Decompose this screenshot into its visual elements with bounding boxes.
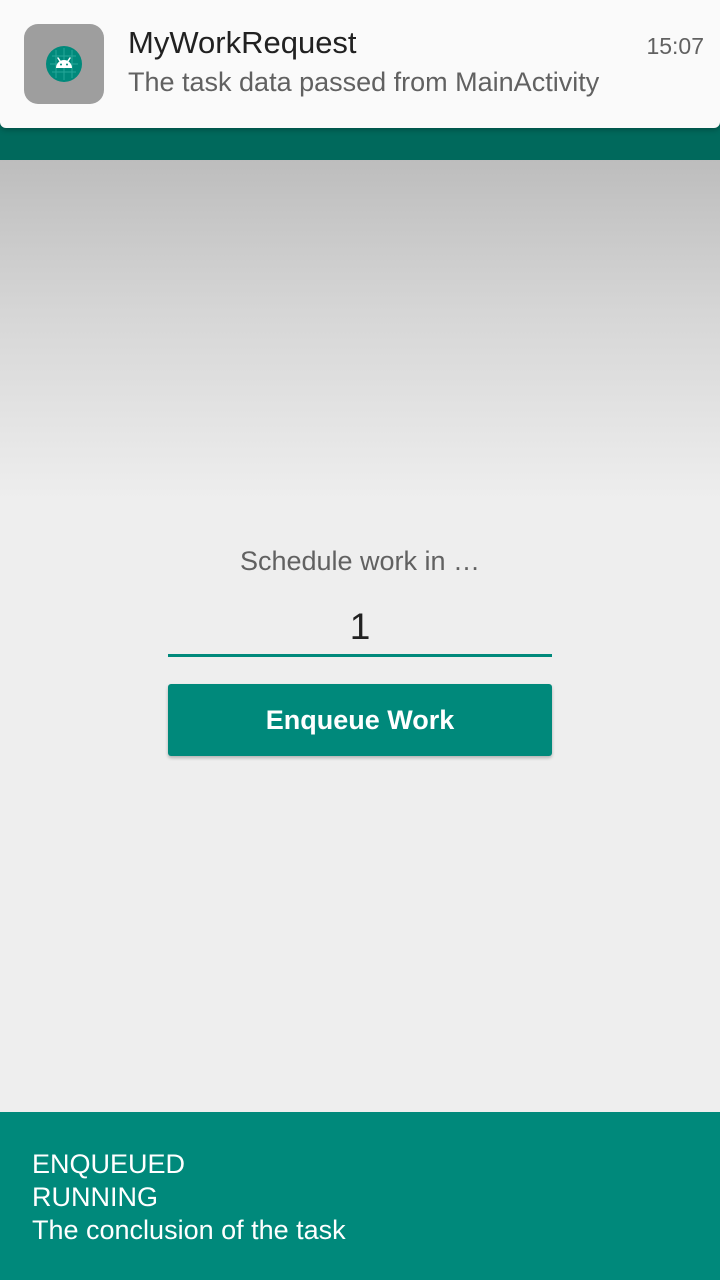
status-line-enqueued: ENQUEUED (32, 1149, 186, 1179)
enqueue-work-button[interactable]: Enqueue Work (168, 684, 552, 756)
notification-time: 15:07 (646, 33, 704, 59)
notification-shade-scrim (0, 160, 720, 500)
delay-input[interactable] (168, 600, 552, 657)
notification-text: The task data passed from MainActivity (128, 67, 600, 97)
status-log: ENQUEUED RUNNING The conclusion of the t… (32, 1148, 346, 1247)
notification-title: MyWorkRequest (128, 25, 357, 60)
status-line-conclusion: The conclusion of the task (32, 1215, 346, 1245)
android-icon (24, 24, 104, 104)
status-panel: ENQUEUED RUNNING The conclusion of the t… (0, 1112, 720, 1280)
status-line-running: RUNNING (32, 1182, 158, 1212)
heads-up-notification[interactable]: MyWorkRequest The task data passed from … (0, 0, 720, 128)
schedule-label: Schedule work in … (239, 546, 481, 576)
